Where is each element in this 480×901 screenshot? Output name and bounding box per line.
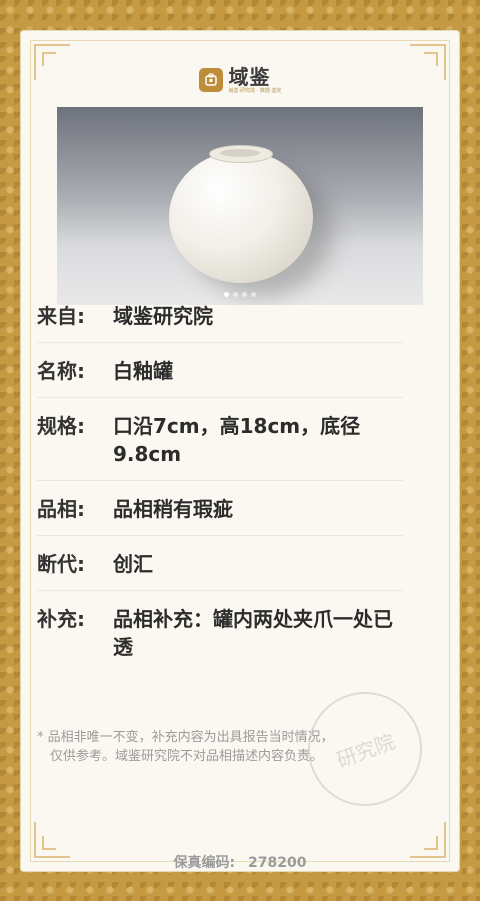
info-value: 品相稍有瑕疵 [113, 497, 233, 521]
product-photo[interactable] [57, 107, 423, 305]
authenticity-code-label: 保真编码: [173, 855, 236, 871]
brand-header: 域鉴 域鉴·研究院 · 数据·鉴定 [20, 62, 460, 98]
info-label: 来自: [37, 304, 85, 328]
info-value: 域鉴研究院 [113, 304, 213, 328]
authenticity-code-value[interactable]: 278200 [248, 855, 306, 871]
info-row-dating: 断代: 创汇 [37, 536, 403, 591]
info-row-source: 来自: 域鉴研究院 [37, 288, 403, 343]
authenticity-code: 保真编码: 278200 [0, 852, 480, 872]
info-label: 名称: [37, 359, 85, 383]
info-value: 白釉罐 [113, 359, 173, 383]
disclaimer-line: * 品相非唯一不变，补充内容为出具报告当时情况， [37, 730, 334, 745]
info-row-condition: 品相: 品相稍有瑕疵 [37, 481, 403, 536]
info-value: 口沿7cm，高18cm，底径9.8cm [113, 414, 361, 466]
info-value: 创汇 [113, 552, 153, 576]
brand-subtitle: 域鉴·研究院 · 数据·鉴定 [228, 87, 282, 94]
info-row-spec: 规格: 口沿7cm，高18cm，底径9.8cm [37, 398, 403, 481]
brand-logo-icon [198, 68, 223, 92]
info-value: 品相补充：罐内两处夹爪一处已透 [113, 607, 393, 659]
info-row-name: 名称: 白釉罐 [37, 343, 403, 398]
vase-rim [209, 145, 273, 163]
disclaimer-line: 仅供参考。域鉴研究院不对品相描述内容负责。 [50, 749, 324, 764]
info-label: 品相: [37, 497, 85, 521]
info-label: 断代: [37, 552, 85, 576]
info-list: 来自: 域鉴研究院 名称: 白釉罐 规格: 口沿7cm，高18cm，底径9.8c… [37, 288, 403, 673]
info-label: 补充: [37, 607, 85, 631]
disclaimer: * 品相非唯一不变，补充内容为出具报告当时情况， 仅供参考。域鉴研究院不对品相描… [37, 728, 377, 766]
info-label: 规格: [37, 414, 85, 438]
info-row-supplement: 补充: 品相补充：罐内两处夹爪一处已透 [37, 591, 403, 673]
brand-name: 域鉴 [228, 64, 271, 89]
vase-image [169, 151, 313, 283]
